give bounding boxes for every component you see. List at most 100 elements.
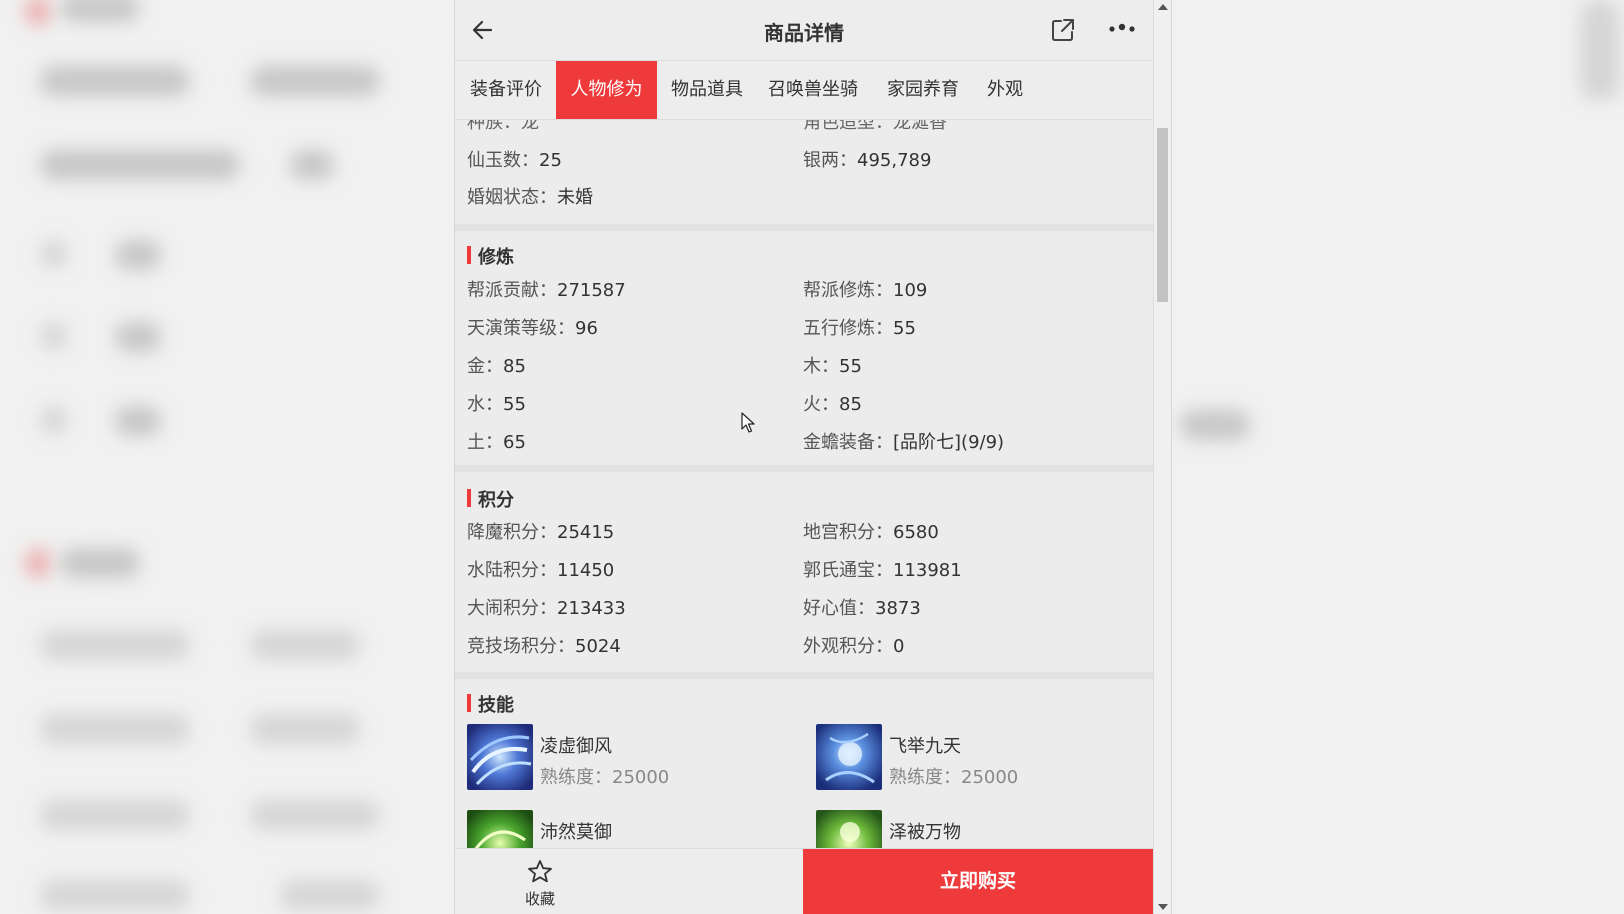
field-value: 25415 [557,522,615,543]
info-field: 木：55 [803,352,862,378]
field-key: 外观积分： [803,636,893,657]
tab-items-props[interactable]: 物品道具 [657,61,757,119]
info-field: 郭氏通宝：113981 [803,556,962,582]
field-key: 大闹积分： [467,598,557,619]
race-field: 种族：龙 [467,120,539,133]
phone-screen: 商品详情 装备评价 人物修为 物品道具 召唤兽坐骑 家园养育 外观 种族：龙 角… [454,0,1172,914]
info-field: 竞技场积分：5024 [467,632,621,658]
category-tabs: 装备评价 人物修为 物品道具 召唤兽坐骑 家园养育 外观 [455,61,1153,120]
info-field: 帮派修炼：109 [803,276,927,302]
field-key: 银两： [803,150,857,171]
info-field: 大闹积分：213433 [467,594,626,620]
skill-proficiency: 熟练度：25000 [540,763,669,789]
info-field: 仙玉数：25 [467,146,562,172]
info-field: 天演策等级：96 [467,314,598,340]
field-value: 113981 [893,560,962,581]
bg-blur [250,630,360,660]
bg-blur [40,66,190,96]
buy-now-button[interactable]: 立即购买 [803,849,1153,914]
skills-section: 技能 凌虚御风 熟练度：25000 飞举九天 熟练度：25000 沛然莫御 泽被… [455,679,1153,848]
scroll-up-arrow-icon[interactable] [1158,4,1168,10]
info-field: 水：55 [467,390,526,416]
field-value: 6580 [893,522,939,543]
tab-equipment-evaluation[interactable]: 装备评价 [455,61,557,119]
wind-skill-icon [467,724,533,790]
basic-info-section: 种族：龙 角色造型：龙涎香 仙玉数：25 银两：495,789 婚姻状态：未婚 [455,120,1153,224]
field-value: 55 [893,318,916,339]
skill-card[interactable]: 飞举九天 熟练度：25000 [816,724,1136,794]
skill-card[interactable]: 沛然莫御 [467,810,787,848]
character-model-field: 角色造型：龙涎香 [803,120,947,133]
blessing-skill-icon [816,810,882,848]
field-key: 好心值： [803,598,875,619]
field-key: 仙玉数： [467,150,539,171]
flight-skill-icon [816,724,882,790]
bg-blur [40,800,190,830]
field-value: 96 [575,318,598,339]
field-value: [品阶七](9/9) [893,432,1005,453]
section-divider [455,465,1153,472]
tab-summons-mounts[interactable]: 召唤兽坐骑 [757,61,869,119]
field-value: 3873 [875,598,921,619]
field-key: 竞技场积分： [467,636,575,657]
bg-blur [1180,410,1250,440]
cultivation-section: 修炼 帮派贡献：271587 帮派修炼：109 天演策等级：96 五行修炼：55 金：8… [455,231,1153,465]
field-key: 地宫积分： [803,522,893,543]
bg-blur [60,548,140,578]
skill-card[interactable]: 泽被万物 [816,810,1136,848]
section-divider [455,224,1153,231]
info-field: 金蟾装备：[品阶七](9/9) [803,428,1004,454]
bg-blur [250,800,380,830]
section-title: 积分 [467,486,514,512]
skill-proficiency: 熟练度：25000 [889,763,1018,789]
mouse-cursor-icon [741,412,755,433]
section-divider [455,672,1153,679]
bg-blur [40,406,68,434]
skill-card[interactable]: 凌虚御风 熟练度：25000 [467,724,787,794]
proficiency-label: 熟练度： [540,767,612,788]
more-dots-icon [1109,23,1135,32]
skill-name: 沛然莫御 [540,822,612,843]
field-key: 土： [467,432,503,453]
detail-content[interactable]: 种族：龙 角色造型：龙涎香 仙玉数：25 银两：495,789 婚姻状态：未婚 … [455,120,1153,848]
favorite-button[interactable]: 收藏 [495,857,585,909]
bg-blur [60,0,140,22]
info-field: 土：65 [467,428,526,454]
bg-blur [250,714,360,744]
section-title: 技能 [467,691,514,717]
bottom-action-bar: 收藏 立即购买 [455,848,1153,914]
field-key: 木： [803,356,839,377]
bg-blur [250,66,380,96]
field-value: 55 [503,394,526,415]
info-field: 五行修炼：55 [803,314,916,340]
tab-appearance[interactable]: 外观 [977,61,1033,119]
points-section: 积分 降魔积分：25415 地宫积分：6580 水陆积分：11450 郭氏通宝：113… [455,472,1153,672]
more-options-button[interactable] [1105,16,1139,44]
scroll-thumb[interactable] [1157,128,1168,302]
scroll-down-arrow-icon[interactable] [1158,904,1168,910]
tab-character-cultivation[interactable]: 人物修为 [556,61,657,119]
field-key: 火： [803,394,839,415]
info-field: 降魔积分：25415 [467,518,614,544]
field-key: 帮派修炼： [803,280,893,301]
tab-home-nurture[interactable]: 家园养育 [869,61,977,119]
field-key: 降魔积分： [467,522,557,543]
star-icon [528,860,552,883]
bg-blur [40,714,190,744]
bg-blur [40,880,190,910]
skill-name: 凌虚御风 [540,736,612,757]
field-value: 55 [839,356,862,377]
vertical-scrollbar[interactable] [1153,0,1171,914]
field-value: 65 [503,432,526,453]
bg-blur [40,240,68,268]
field-value: 0 [893,636,905,657]
field-value: 109 [893,280,928,301]
top-navigation-bar: 商品详情 [455,0,1153,61]
bg-blur [1580,0,1620,100]
share-button[interactable] [1049,16,1077,44]
section-title: 修炼 [467,243,514,269]
proficiency-label: 熟练度： [889,767,961,788]
bg-blur [40,150,240,180]
skill-name: 泽被万物 [889,822,961,843]
info-field: 水陆积分：11450 [467,556,614,582]
